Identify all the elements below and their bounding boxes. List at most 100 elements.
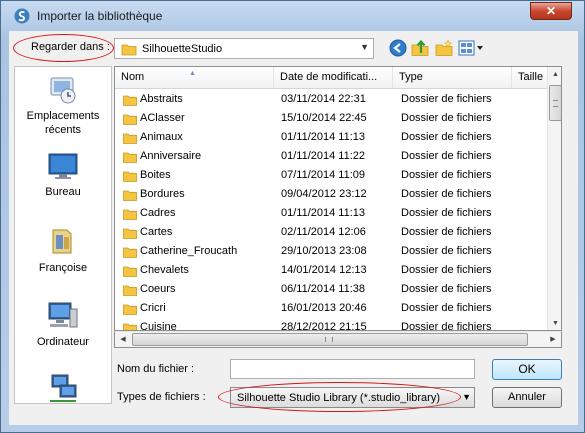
file-type: Dossier de fichiers xyxy=(401,264,492,276)
file-date: 14/01/2014 12:13 xyxy=(281,264,367,276)
column-header-label: Nom xyxy=(121,71,145,83)
folder-icon xyxy=(123,152,137,163)
table-row[interactable]: Cartes 02/11/2014 12:06 Dossier de fichier… xyxy=(115,224,547,243)
place-label: Bureau xyxy=(45,186,81,198)
table-row[interactable]: Cadres 01/11/2014 11:13 Dossier de fichier… xyxy=(115,205,547,224)
table-row[interactable]: Animaux 01/11/2014 11:13 Dossier de fichie… xyxy=(115,129,547,148)
user-folder-icon xyxy=(52,229,72,254)
file-type: Dossier de fichiers xyxy=(401,150,492,162)
chevron-down-icon: ▼ xyxy=(462,392,471,402)
folder-icon xyxy=(123,133,137,144)
file-date: 01/11/2014 11:13 xyxy=(281,131,366,143)
file-date: 28/12/2012 21:15 xyxy=(281,321,367,331)
file-date: 07/11/2014 11:09 xyxy=(281,169,366,181)
annotation-ellipse-look-in xyxy=(13,34,114,62)
file-date: 15/10/2014 22:45 xyxy=(281,112,367,124)
filename-label: Nom du fichier : xyxy=(117,363,195,375)
place-label: Emplacements récents xyxy=(26,110,100,136)
scroll-left-icon[interactable]: ◀ xyxy=(115,332,131,347)
column-header-label: Taille xyxy=(518,71,544,83)
table-row[interactable]: Abstraits 03/11/2014 22:31 Dossier de fich… xyxy=(115,91,547,110)
file-name: Anniversaire xyxy=(140,150,202,162)
table-row[interactable]: AClasser 15/10/2014 22:45 Dossier de fichi… xyxy=(115,110,547,129)
scroll-down-icon[interactable]: ▼ xyxy=(548,316,561,330)
file-type: Dossier de fichiers xyxy=(401,245,492,257)
computer-icon xyxy=(48,302,78,328)
file-date: 01/11/2014 11:22 xyxy=(281,150,366,162)
place-label: Françoise xyxy=(38,262,88,274)
column-header-date[interactable]: Date de modificati... xyxy=(274,67,393,89)
cancel-button[interactable]: Annuler xyxy=(492,387,562,408)
file-name: Bordures xyxy=(140,188,185,200)
place-recent[interactable]: Emplacements récents xyxy=(15,73,111,137)
folder-icon xyxy=(123,228,137,239)
file-name: Catherine_Froucath xyxy=(140,245,238,257)
sort-ascending-icon: ▲ xyxy=(189,70,196,77)
look-in-dropdown[interactable]: SilhouetteStudio ▼ xyxy=(114,38,374,59)
column-header-name[interactable]: ▲ Nom xyxy=(115,67,274,89)
places-bar: Emplacements récents Bureau Françoise Or… xyxy=(14,66,112,404)
file-date: 02/11/2014 12:06 xyxy=(281,226,366,238)
ok-button[interactable]: OK xyxy=(492,359,562,380)
file-name: Abstraits xyxy=(140,93,183,105)
up-folder-icon[interactable] xyxy=(411,39,429,57)
view-menu-icon[interactable] xyxy=(458,39,484,57)
file-list[interactable]: ▲ Nom Date de modificati... Type Taille … xyxy=(114,66,562,331)
table-row[interactable]: Catherine_Froucath 29/10/2013 23:08 Dossie… xyxy=(115,243,547,262)
file-name: Animaux xyxy=(140,131,183,143)
folder-icon xyxy=(123,190,137,201)
folder-icon xyxy=(123,95,137,106)
title-bar[interactable]: Importer la bibliothèque ✕ xyxy=(1,1,584,31)
table-row[interactable]: Cricri 16/01/2013 20:46 Dossier de fichier… xyxy=(115,300,547,319)
table-row[interactable]: Bordures 09/04/2012 23:12 Dossier de fichi… xyxy=(115,186,547,205)
table-row[interactable]: Cuisine 28/12/2012 21:15 Dossier de fichie… xyxy=(115,319,547,331)
silhouette-app-icon xyxy=(14,8,30,24)
file-date: 16/01/2013 20:46 xyxy=(281,302,367,314)
folder-icon xyxy=(123,247,137,258)
table-row[interactable]: Coeurs 06/11/2014 11:38 Dossier de fichier… xyxy=(115,281,547,300)
close-button[interactable]: ✕ xyxy=(530,2,572,20)
folder-icon xyxy=(123,114,137,125)
file-type: Dossier de fichiers xyxy=(401,131,492,143)
filetype-label: Types de fichiers : xyxy=(117,391,206,403)
table-row[interactable]: Anniversaire 01/11/2014 11:22 Dossier de f… xyxy=(115,148,547,167)
filename-input[interactable] xyxy=(230,359,475,379)
place-desktop[interactable]: Bureau xyxy=(15,151,111,199)
file-date: 29/10/2013 23:08 xyxy=(281,245,367,257)
column-header-type[interactable]: Type xyxy=(393,67,512,89)
place-network[interactable] xyxy=(15,373,111,403)
scroll-right-icon[interactable]: ▶ xyxy=(545,332,561,347)
place-computer[interactable]: Ordinateur xyxy=(15,299,111,349)
place-user[interactable]: Françoise xyxy=(15,225,111,275)
file-name: Cricri xyxy=(140,302,166,314)
folder-icon xyxy=(123,285,137,296)
file-type: Dossier de fichiers xyxy=(401,321,492,331)
look-in-value: SilhouetteStudio xyxy=(142,43,223,55)
recent-places-icon xyxy=(50,77,76,104)
file-type: Dossier de fichiers xyxy=(401,188,492,200)
folder-icon xyxy=(121,44,137,56)
folder-icon xyxy=(123,209,137,220)
file-name: Cadres xyxy=(140,207,176,219)
place-label: Ordinateur xyxy=(37,336,89,348)
scroll-up-icon[interactable]: ▲ xyxy=(548,67,561,83)
table-row[interactable]: Boites 07/11/2014 11:09 Dossier de fichier… xyxy=(115,167,547,186)
horizontal-scrollbar[interactable]: ◀ ▶ xyxy=(114,331,562,348)
back-icon[interactable] xyxy=(389,39,407,57)
file-type: Dossier de fichiers xyxy=(401,207,492,219)
new-folder-icon[interactable] xyxy=(435,39,453,57)
file-name: AClasser xyxy=(140,112,185,124)
scroll-thumb[interactable] xyxy=(132,333,528,346)
close-icon: ✕ xyxy=(545,4,557,18)
column-header-bar: ▲ Nom Date de modificati... Type Taille xyxy=(115,67,547,89)
file-date: 03/11/2014 22:31 xyxy=(281,93,366,105)
annotation-ellipse-filetype xyxy=(218,382,461,412)
column-header-label: Date de modificati... xyxy=(280,71,378,83)
vertical-scrollbar[interactable]: ▲ ▼ xyxy=(547,67,561,330)
file-type: Dossier de fichiers xyxy=(401,283,492,295)
file-name: Chevalets xyxy=(140,264,189,276)
scroll-thumb[interactable] xyxy=(549,85,561,121)
network-icon xyxy=(50,374,77,402)
table-row[interactable]: Chevalets 14/01/2014 12:13 Dossier de fich… xyxy=(115,262,547,281)
file-type: Dossier de fichiers xyxy=(401,169,492,181)
